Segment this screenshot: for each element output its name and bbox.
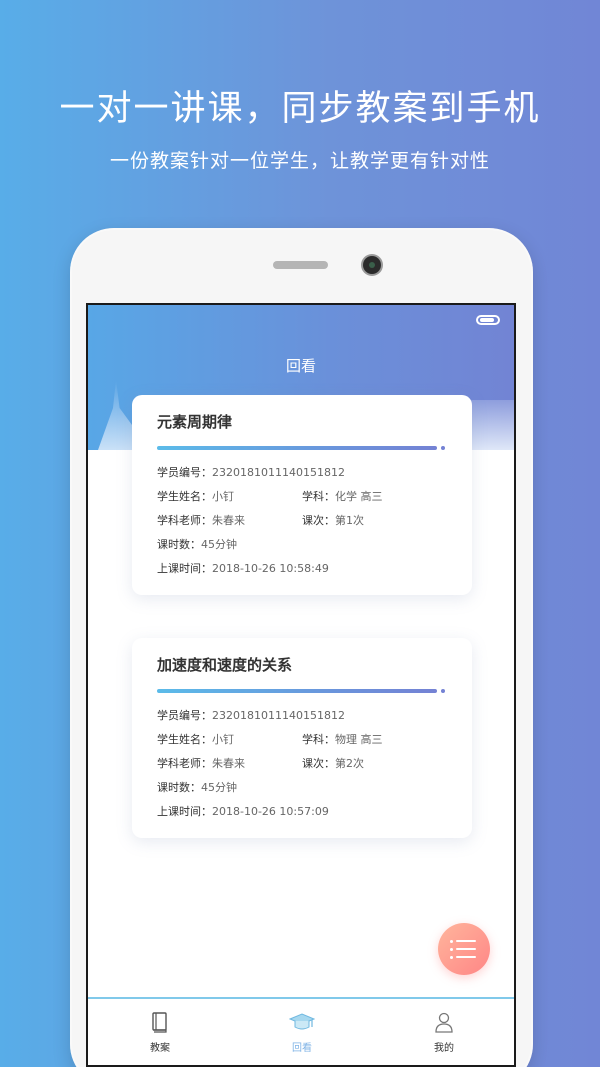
- duration-value: 45分钟: [201, 538, 237, 551]
- subject-value: 化学 高三: [335, 490, 383, 503]
- book-icon: [152, 1012, 167, 1033]
- time-row: 上课时间：2018-10-26 10:58:49: [157, 560, 447, 584]
- progress-bar: [157, 446, 445, 450]
- menu-fab-button[interactable]: [438, 923, 490, 975]
- lesson-no-label: 课次：: [302, 757, 335, 770]
- tab-label: 我的: [434, 1043, 454, 1054]
- tab-playback[interactable]: 回看: [262, 1011, 342, 1054]
- promo-subline: 一份教案针对一位学生，让教学更有针对性: [109, 150, 490, 172]
- lesson-no-value: 第2次: [335, 757, 364, 770]
- time-row: 上课时间：2018-10-26 10:57:09: [157, 803, 447, 827]
- teacher-lesson-row: 学科老师：朱春来 课次：第1次: [157, 512, 447, 536]
- lesson-title: 加速度和速度的关系: [157, 656, 293, 674]
- teacher-value: 朱春来: [212, 514, 245, 527]
- phone-camera: [363, 256, 381, 274]
- graduation-cap-icon: [289, 1013, 315, 1030]
- time-value: 2018-10-26 10:57:09: [212, 805, 329, 818]
- student-no-row: 学员编号：2320181011140151812: [157, 707, 447, 731]
- tab-label: 教案: [150, 1043, 170, 1054]
- subject-label: 学科：: [302, 733, 335, 746]
- student-no-label: 学员编号：: [157, 709, 212, 722]
- subject-value: 物理 高三: [335, 733, 383, 746]
- lesson-no-value: 第1次: [335, 514, 364, 527]
- student-name-label: 学生姓名：: [157, 490, 212, 503]
- student-no-row: 学员编号：2320181011140151812: [157, 464, 447, 488]
- student-name-label: 学生姓名：: [157, 733, 212, 746]
- student-no-value: 2320181011140151812: [212, 466, 345, 479]
- page-title: 回看: [285, 357, 316, 375]
- time-label: 上课时间：: [157, 805, 212, 818]
- tab-label: 回看: [292, 1043, 312, 1054]
- time-label: 上课时间：: [157, 562, 212, 575]
- promo-headline: 一对一讲课，同步教案到手机: [59, 89, 541, 129]
- duration-label: 课时数：: [157, 781, 201, 794]
- lesson-title: 元素周期律: [157, 413, 233, 431]
- lesson-no-label: 课次：: [302, 514, 335, 527]
- duration-row: 课时数：45分钟: [157, 536, 447, 560]
- name-subject-row: 学生姓名：小钉 学科：化学 高三: [157, 488, 447, 512]
- lesson-card[interactable]: 元素周期律 学员编号：2320181011140151812 学生姓名：小钉 学…: [132, 395, 472, 595]
- duration-value: 45分钟: [201, 781, 237, 794]
- bottom-tab-bar: 教案 回看 我的: [88, 997, 514, 1065]
- tab-lesson-plan[interactable]: 教案: [120, 1011, 200, 1054]
- student-no-label: 学员编号：: [157, 466, 212, 479]
- progress-dot: [441, 446, 445, 450]
- teacher-label: 学科老师：: [157, 757, 212, 770]
- app-screen: 回看 元素周期律 学员编号：2320181011140151812 学生姓名：小…: [86, 303, 516, 1067]
- student-name-value: 小钉: [212, 490, 234, 503]
- student-name-value: 小钉: [212, 733, 234, 746]
- teacher-value: 朱春来: [212, 757, 245, 770]
- duration-row: 课时数：45分钟: [157, 779, 447, 803]
- subject-label: 学科：: [302, 490, 335, 503]
- name-subject-row: 学生姓名：小钉 学科：物理 高三: [157, 731, 447, 755]
- duration-label: 课时数：: [157, 538, 201, 551]
- progress-bar: [157, 689, 445, 693]
- tab-mine[interactable]: 我的: [404, 1011, 484, 1054]
- teacher-lesson-row: 学科老师：朱春来 课次：第2次: [157, 755, 447, 779]
- lesson-card[interactable]: 加速度和速度的关系 学员编号：2320181011140151812 学生姓名：…: [132, 638, 472, 838]
- phone-speaker: [273, 261, 328, 269]
- time-value: 2018-10-26 10:58:49: [212, 562, 329, 575]
- battery-icon: [476, 315, 500, 325]
- student-no-value: 2320181011140151812: [212, 709, 345, 722]
- teacher-label: 学科老师：: [157, 514, 212, 527]
- user-icon: [435, 1012, 453, 1033]
- progress-dot: [441, 689, 445, 693]
